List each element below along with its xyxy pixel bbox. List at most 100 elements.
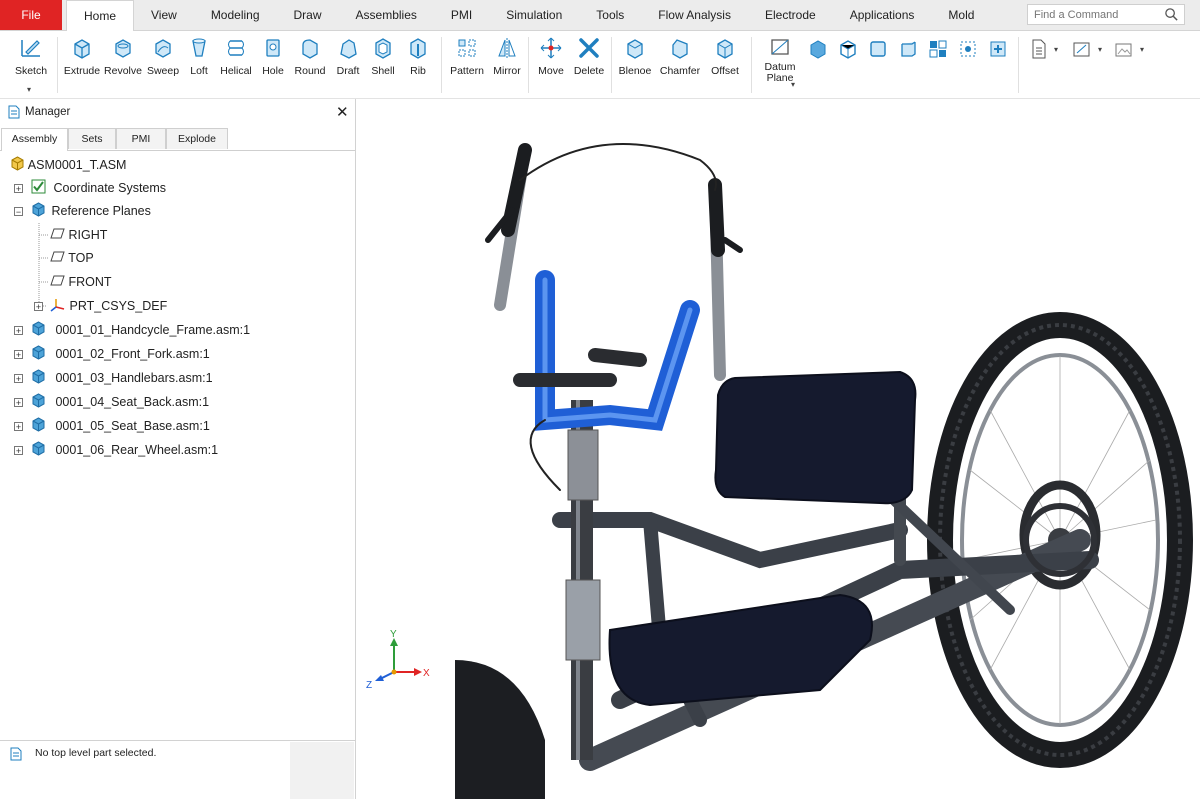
tab-pmi[interactable]: PMI: [434, 0, 489, 30]
file-menu-button[interactable]: File: [0, 0, 62, 30]
manager-panel: Manager ✕ Assembly Sets PMI Explode ASM0…: [0, 99, 356, 799]
image-export-icon[interactable]: [1114, 39, 1134, 59]
revolve-icon: [115, 39, 131, 58]
collapse-icon[interactable]: −: [14, 207, 23, 217]
part-icon: [32, 202, 45, 217]
component-icon[interactable]: [988, 39, 1008, 59]
move-icon: [540, 37, 562, 59]
rib-button[interactable]: Rib: [404, 36, 432, 92]
extrude-button[interactable]: Extrude: [63, 36, 101, 92]
tree-item-plane-top[interactable]: TOP: [50, 247, 94, 269]
tree-item-front-fork[interactable]: 0001_02_Front_Fork.asm:1: [31, 343, 210, 365]
tree-item-frame[interactable]: 0001_01_Handcycle_Frame.asm:1: [31, 319, 250, 341]
hole-button[interactable]: Hole: [258, 36, 288, 92]
loft-label: Loft: [190, 65, 208, 77]
tab-simulation[interactable]: Simulation: [489, 0, 579, 30]
tab-modeling[interactable]: Modeling: [194, 0, 277, 30]
plane-icon: [50, 228, 65, 239]
expand-icon[interactable]: +: [14, 374, 23, 384]
face-box-icon[interactable]: [898, 39, 918, 59]
axis-triad-icon: Y X Z: [366, 629, 430, 691]
model-viewport[interactable]: [357, 99, 1200, 799]
multi-select-icon[interactable]: [958, 39, 978, 59]
plane-icon: [50, 251, 65, 262]
shell-button[interactable]: Shell: [366, 36, 400, 92]
tree-item-rear-wheel[interactable]: 0001_06_Rear_Wheel.asm:1: [31, 439, 218, 461]
tab-mold[interactable]: Mold: [931, 0, 991, 30]
ribbon-separator: [1018, 37, 1019, 93]
front-wheel: [455, 660, 545, 799]
handcycle-model[interactable]: [357, 99, 1200, 799]
blenoe-button[interactable]: Blenoe: [617, 36, 653, 92]
tab-electrode[interactable]: Electrode: [748, 0, 833, 30]
loft-button[interactable]: Loft: [182, 36, 216, 92]
helical-button[interactable]: Helical: [217, 36, 255, 92]
root-label: ASM0001_T.ASM: [27, 158, 127, 172]
document-icon[interactable]: [1030, 39, 1048, 59]
sketch-button[interactable]: Sketch ▾: [12, 36, 50, 94]
expand-icon[interactable]: +: [14, 350, 23, 360]
tree-item-handlebars[interactable]: 0001_03_Handlebars.asm:1: [31, 367, 213, 389]
expand-icon[interactable]: +: [14, 446, 23, 456]
mirror-icon: [498, 38, 516, 58]
tab-assemblies[interactable]: Assemblies: [339, 0, 434, 30]
datum-plane-button[interactable]: Datum Plane ▾: [757, 36, 803, 92]
tree-item-seat-back[interactable]: 0001_04_Seat_Back.asm:1: [31, 391, 209, 413]
shell-label: Shell: [371, 65, 395, 77]
pattern-button[interactable]: Pattern: [449, 36, 485, 92]
tab-flow-analysis[interactable]: Flow Analysis: [641, 0, 748, 30]
solid-box-icon[interactable]: [868, 39, 888, 59]
offset-button[interactable]: Offset: [707, 36, 743, 92]
document-dropdown-icon[interactable]: ▾: [1054, 45, 1058, 54]
ribbon-separator: [751, 37, 752, 93]
tree-item-plane-front[interactable]: FRONT: [50, 271, 112, 293]
expand-icon[interactable]: +: [14, 326, 23, 336]
tree-item-coordinate-systems[interactable]: Coordinate Systems: [31, 177, 166, 199]
draft-button[interactable]: Draft: [332, 36, 364, 92]
revolve-button[interactable]: Revolve: [104, 36, 142, 92]
ribbon-toolbar: Sketch ▾ Extrude Revolve Sweep Loft Heli…: [0, 31, 1200, 99]
chamfer-button[interactable]: Chamfer: [658, 36, 702, 92]
round-button[interactable]: Round: [292, 36, 328, 92]
tab-sets[interactable]: Sets: [68, 128, 116, 149]
close-icon[interactable]: ✕: [336, 103, 349, 121]
axis-y-label: Y: [390, 629, 397, 640]
tab-tools[interactable]: Tools: [579, 0, 641, 30]
grips: [485, 143, 743, 491]
tab-pmi-manager[interactable]: PMI: [116, 128, 166, 149]
tree-item-reference-planes[interactable]: Reference Planes: [31, 200, 151, 222]
ribbon-separator: [611, 37, 612, 93]
coordinate-systems-label: Coordinate Systems: [53, 181, 167, 195]
mirror-button[interactable]: Mirror: [489, 36, 525, 92]
tab-home[interactable]: Home: [66, 0, 135, 31]
image-export-dropdown-icon[interactable]: ▾: [1140, 45, 1144, 54]
drawing-view-icon[interactable]: [1072, 39, 1092, 59]
tab-applications[interactable]: Applications: [833, 0, 932, 30]
grid-view-icon[interactable]: [928, 39, 948, 59]
draft-label: Draft: [336, 65, 360, 77]
tree-root[interactable]: ASM0001_T.ASM: [10, 154, 126, 176]
command-search-input[interactable]: [1028, 5, 1170, 24]
view-cube-icon[interactable]: [808, 39, 828, 59]
expand-icon[interactable]: +: [14, 398, 23, 408]
helical-icon: [228, 40, 244, 56]
sketch-icon: [21, 40, 40, 57]
search-icon[interactable]: [1164, 7, 1179, 22]
tab-view[interactable]: View: [134, 0, 194, 30]
manager-header: Manager ✕: [0, 99, 355, 126]
tree-item-seat-base[interactable]: 0001_05_Seat_Base.asm:1: [31, 415, 210, 437]
move-button[interactable]: Move: [534, 36, 568, 92]
expand-icon[interactable]: +: [34, 302, 43, 312]
tab-draw[interactable]: Draw: [277, 0, 339, 30]
delete-button[interactable]: Delete: [571, 36, 607, 92]
plane-label: RIGHT: [68, 228, 108, 242]
expand-icon[interactable]: +: [14, 184, 23, 194]
tab-assembly[interactable]: Assembly: [1, 128, 68, 151]
box-frame-icon[interactable]: [838, 39, 858, 59]
drawing-view-dropdown-icon[interactable]: ▾: [1098, 45, 1102, 54]
tree-item-csys[interactable]: PRT_CSYS_DEF: [50, 295, 167, 317]
tree-item-plane-right[interactable]: RIGHT: [50, 224, 107, 246]
expand-icon[interactable]: +: [14, 422, 23, 432]
tab-explode[interactable]: Explode: [166, 128, 228, 149]
sweep-button[interactable]: Sweep: [144, 36, 182, 92]
